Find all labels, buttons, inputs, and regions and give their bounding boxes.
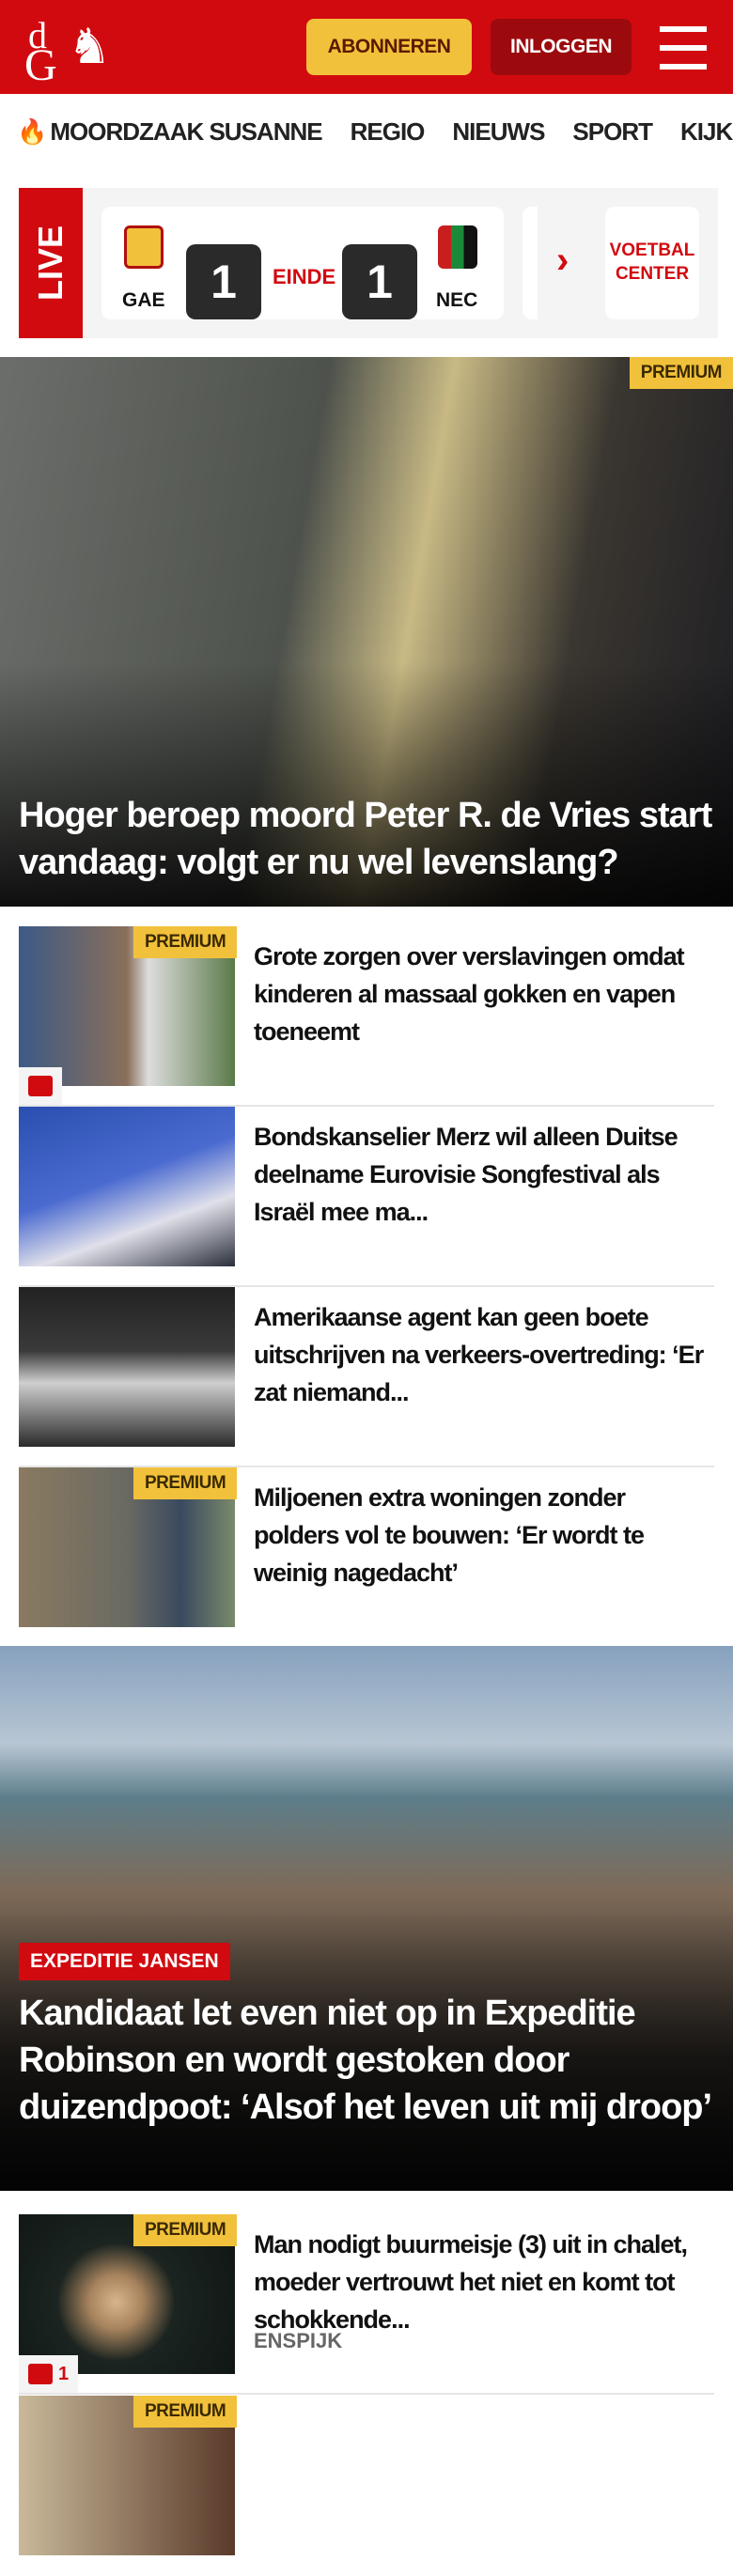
live-text: LIVE — [31, 225, 70, 302]
logo[interactable]: d G ♞ — [23, 13, 112, 90]
article-row[interactable]: PREMIUM — [19, 2396, 714, 2576]
nav-item-moordzaak[interactable]: MOORDZAAK SUSANNE — [50, 117, 322, 147]
home-score: 1 — [186, 244, 261, 319]
article-row[interactable]: PREMIUM Miljoenen extra woningen zonder … — [19, 1467, 714, 1648]
section-nav: 🔥 MOORDZAAK SUSANNE REGIO NIEUWS SPORT K… — [0, 94, 733, 169]
home-team: GAE — [122, 289, 165, 311]
article-title: Amerikaanse agent kan geen boete uitschr… — [254, 1303, 704, 1406]
horse-rider-icon: ♞ — [68, 21, 112, 74]
article-location: ENSPIJK — [254, 2329, 343, 2352]
nec-crest-icon — [438, 225, 477, 269]
comment-icon — [28, 2364, 53, 2384]
next-card-edge — [522, 207, 538, 319]
feature-article[interactable]: EXPEDITIE JANSEN Kandidaat let even niet… — [0, 1646, 733, 2191]
live-scores: LIVE GAE 1 EINDE 1 NEC › VOETBAL CENTER — [19, 188, 718, 338]
nav-item-kijk[interactable]: KIJK — [680, 117, 733, 147]
article-row[interactable]: PREMIUM Grote zorgen over verslavingen o… — [19, 926, 714, 1107]
hero-article[interactable]: PREMIUM Hoger beroep moord Peter R. de V… — [0, 357, 733, 907]
premium-badge: PREMIUM — [133, 2396, 238, 2428]
chevron-right-icon[interactable]: › — [556, 240, 569, 282]
comment-icon — [28, 1076, 53, 1096]
header: d G ♞ ABONNEREN INLOGGEN — [0, 0, 733, 94]
article-row[interactable]: Amerikaanse agent kan geen boete uitschr… — [19, 1287, 714, 1467]
article-title: Bondskanselier Merz wil alleen Duitse de… — [254, 1123, 678, 1226]
hero-title[interactable]: Hoger beroep moord Peter R. de Vries sta… — [19, 792, 714, 886]
article-title: Miljoenen extra woningen zonder polders … — [254, 1483, 645, 1587]
premium-badge: PREMIUM — [133, 2214, 238, 2246]
nav-item-regio[interactable]: REGIO — [351, 117, 426, 147]
hamburger-menu-icon[interactable] — [660, 26, 707, 70]
article-thumbnail — [19, 1107, 235, 1266]
gae-crest-icon — [124, 225, 164, 269]
article-title: Grote zorgen over verslavingen omdat kin… — [254, 942, 685, 1046]
comment-badge[interactable] — [19, 1067, 62, 1105]
voetbal-center-link[interactable]: VOETBAL CENTER — [605, 207, 699, 319]
nav-item-sport[interactable]: SPORT — [572, 117, 653, 147]
comment-badge[interactable]: 1 — [19, 2355, 79, 2393]
away-score: 1 — [342, 244, 417, 319]
article-row[interactable]: PREMIUM 1 Man nodigt buurmeisje (3) uit … — [19, 2214, 714, 2395]
login-button[interactable]: INLOGGEN — [491, 19, 632, 75]
comment-count: 1 — [58, 2363, 70, 2384]
live-label: LIVE — [19, 188, 83, 338]
article-row[interactable]: Bondskanselier Merz wil alleen Duitse de… — [19, 1107, 714, 1287]
article-thumbnail — [19, 1287, 235, 1447]
premium-badge: PREMIUM — [133, 926, 238, 958]
article-title: Man nodigt buurmeisje (3) uit in chalet,… — [254, 2230, 688, 2334]
feature-kicker: EXPEDITIE JANSEN — [19, 1943, 230, 1980]
match-status: EINDE — [273, 265, 336, 288]
nav-item-nieuws[interactable]: NIEUWS — [452, 117, 545, 147]
premium-badge: PREMIUM — [629, 357, 733, 389]
premium-badge: PREMIUM — [133, 1467, 238, 1499]
away-team: NEC — [436, 289, 478, 311]
subscribe-button[interactable]: ABONNEREN — [306, 19, 472, 75]
feature-title[interactable]: Kandidaat let even niet op in Expeditie … — [19, 1990, 714, 2131]
match-card[interactable]: GAE 1 EINDE 1 NEC — [101, 207, 504, 319]
flame-icon: 🔥 — [17, 116, 47, 146]
